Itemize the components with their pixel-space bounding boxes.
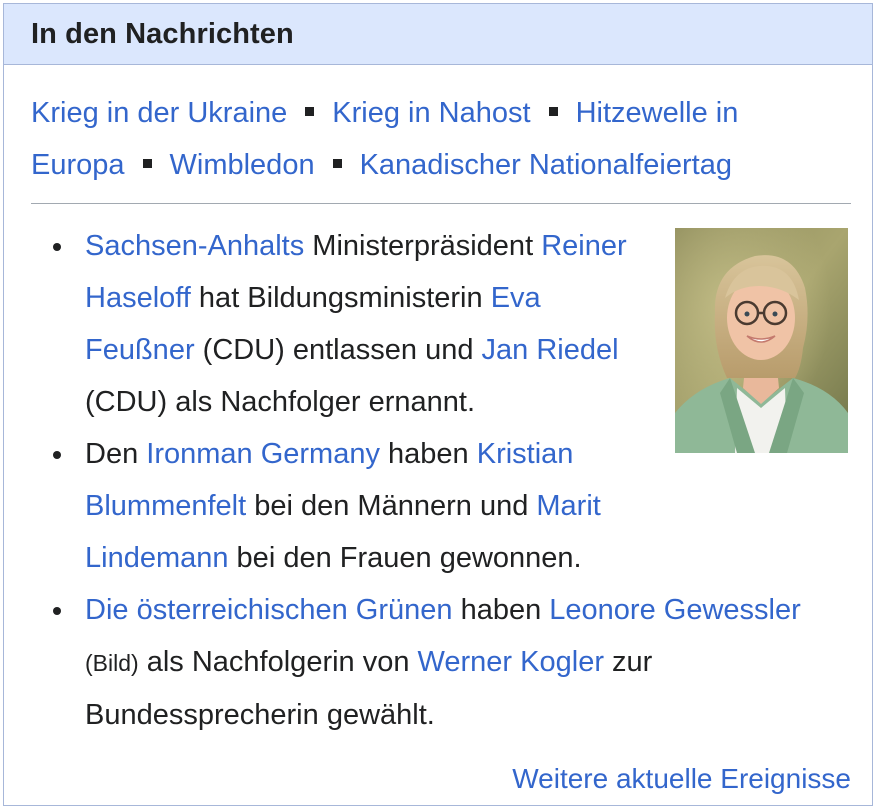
- news-box-title: In den Nachrichten: [31, 17, 294, 50]
- news-text: als Nachfolgerin von: [138, 646, 418, 678]
- news-list: Sachsen-Anhalts Ministerpräsident Reiner…: [31, 204, 848, 741]
- news-text: haben: [452, 594, 550, 626]
- link-sachsen-anhalt[interactable]: Sachsen-Anhalts: [85, 230, 304, 262]
- news-item: Den Ironman Germany haben Kristian Blumm…: [31, 428, 848, 584]
- link-gruene-oesterreich[interactable]: Die österreichischen Grünen: [85, 594, 453, 626]
- news-box: In den Nachrichten Krieg in der Ukraine K…: [3, 3, 873, 806]
- news-text: (CDU) entlassen und: [194, 334, 482, 366]
- topic-separator: [548, 106, 558, 116]
- link-jan-riedel[interactable]: Jan Riedel: [482, 334, 619, 366]
- news-item: Die österreichischen Grünen haben Leonor…: [31, 584, 848, 741]
- news-box-header: In den Nachrichten: [4, 4, 872, 65]
- news-text: Den: [85, 438, 147, 470]
- more-events-link[interactable]: Weitere aktuelle Ereignisse: [512, 763, 851, 794]
- more-events: Weitere aktuelle Ereignisse: [31, 763, 851, 795]
- news-text: (CDU) als Nachfolger ernannt.: [85, 386, 476, 418]
- link-ironman-germany[interactable]: Ironman Germany: [146, 438, 380, 470]
- topic-separator: [305, 106, 315, 116]
- news-text: haben: [379, 438, 477, 470]
- topic-separator: [332, 158, 342, 168]
- topic-link-nahost[interactable]: Krieg in Nahost: [332, 97, 530, 129]
- image-reference-note: (Bild): [85, 650, 139, 676]
- news-item: Sachsen-Anhalts Ministerpräsident Reiner…: [31, 220, 848, 428]
- news-text: Ministerpräsident: [304, 230, 542, 262]
- topic-separator: [142, 158, 152, 168]
- topic-link-kanada[interactable]: Kanadischer Nationalfeiertag: [360, 149, 732, 181]
- news-section: Sachsen-Anhalts Ministerpräsident Reiner…: [31, 204, 848, 741]
- link-leonore-gewessler[interactable]: Leonore Gewessler: [549, 594, 800, 626]
- topics-list: Krieg in der Ukraine Krieg in Nahost Hitze…: [31, 65, 831, 191]
- topic-link-ukraine[interactable]: Krieg in der Ukraine: [31, 97, 287, 129]
- news-box-content: Krieg in der Ukraine Krieg in Nahost Hitze…: [4, 65, 872, 795]
- link-werner-kogler[interactable]: Werner Kogler: [418, 646, 604, 678]
- news-text: bei den Männern und: [246, 490, 537, 522]
- news-text: bei den Frauen gewonnen.: [228, 542, 582, 574]
- news-text: hat Bildungsministerin: [190, 282, 491, 314]
- topic-link-wimbledon[interactable]: Wimbledon: [170, 149, 315, 181]
